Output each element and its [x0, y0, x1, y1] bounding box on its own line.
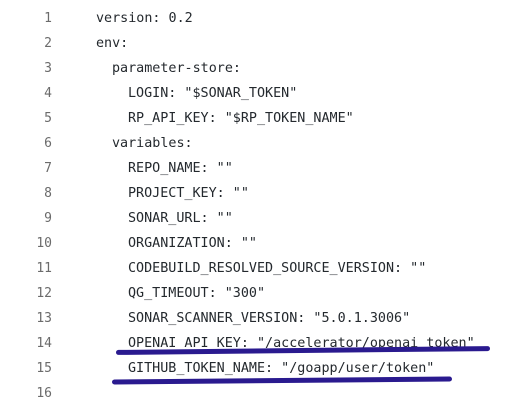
code-text[interactable]: REPO_NAME: "" [128, 161, 233, 176]
line-number: 6 [44, 136, 52, 151]
code-line-3: 3 parameter-store: [0, 56, 511, 81]
code-text[interactable]: version: 0.2 [96, 11, 193, 26]
line-number: 4 [44, 86, 52, 101]
line-number: 12 [36, 286, 52, 301]
line-number: 7 [44, 161, 52, 176]
code-editor: 1 version: 0.2 2 env: 3 parameter-store:… [0, 0, 511, 402]
code-line-13: 13 SONAR_SCANNER_VERSION: "5.0.1.3006" [0, 306, 511, 331]
code-line-10: 10 ORGANIZATION: "" [0, 231, 511, 256]
code-text[interactable]: parameter-store: [112, 61, 241, 76]
line-number: 11 [36, 261, 52, 276]
line-number: 9 [44, 211, 52, 226]
code-text[interactable]: variables: [112, 136, 193, 151]
code-line-5: 5 RP_API_KEY: "$RP_TOKEN_NAME" [0, 106, 511, 131]
line-number: 1 [44, 11, 52, 26]
code-text[interactable]: QG_TIMEOUT: "300" [128, 286, 265, 301]
code-line-11: 11 CODEBUILD_RESOLVED_SOURCE_VERSION: "" [0, 256, 511, 281]
code-text[interactable]: LOGIN: "$SONAR_TOKEN" [128, 86, 297, 101]
line-number: 5 [44, 111, 52, 126]
code-line-2: 2 env: [0, 31, 511, 56]
code-line-9: 9 SONAR_URL: "" [0, 206, 511, 231]
code-line-12: 12 QG_TIMEOUT: "300" [0, 281, 511, 306]
line-number: 8 [44, 186, 52, 201]
code-text[interactable]: SONAR_URL: "" [128, 211, 233, 226]
code-text[interactable]: SONAR_SCANNER_VERSION: "5.0.1.3006" [128, 311, 410, 326]
code-line-8: 8 PROJECT_KEY: "" [0, 181, 511, 206]
line-number: 15 [36, 361, 52, 376]
line-number: 10 [36, 236, 52, 251]
line-number: 2 [44, 36, 52, 51]
code-line-16: 16 [0, 381, 511, 402]
code-text[interactable]: PROJECT_KEY: "" [128, 186, 249, 201]
code-text[interactable]: env: [96, 36, 128, 51]
line-number: 16 [36, 386, 52, 401]
line-number: 13 [36, 311, 52, 326]
code-line-1: 1 version: 0.2 [0, 6, 511, 31]
code-line-6: 6 variables: [0, 131, 511, 156]
line-number: 3 [44, 61, 52, 76]
code-text[interactable]: GITHUB_TOKEN_NAME: "/goapp/user/token" [128, 361, 434, 376]
code-line-4: 4 LOGIN: "$SONAR_TOKEN" [0, 81, 511, 106]
line-number: 14 [36, 336, 52, 351]
code-line-7: 7 REPO_NAME: "" [0, 156, 511, 181]
code-text[interactable]: RP_API_KEY: "$RP_TOKEN_NAME" [128, 111, 354, 126]
code-text[interactable]: CODEBUILD_RESOLVED_SOURCE_VERSION: "" [128, 261, 426, 276]
code-text[interactable]: ORGANIZATION: "" [128, 236, 257, 251]
